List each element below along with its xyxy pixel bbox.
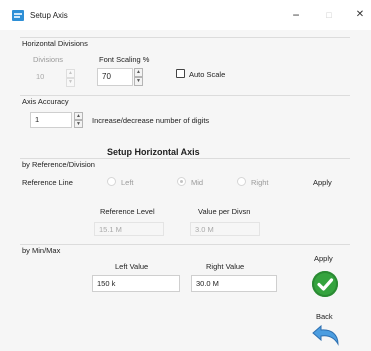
- reference-line-label: Reference Line: [22, 178, 73, 187]
- auto-scale-checkbox[interactable]: [176, 69, 185, 78]
- back-label: Back: [316, 312, 333, 321]
- font-scaling-input[interactable]: 70: [97, 68, 133, 86]
- setup-heading: Setup Horizontal Axis: [107, 147, 200, 157]
- horizontal-divisions-label: Horizontal Divisions: [22, 39, 88, 48]
- divider: [20, 244, 350, 245]
- title-bar: Setup Axis − □ ✕: [0, 0, 371, 30]
- divisions-label: Divisions: [33, 55, 64, 64]
- by-minmax-label: by Min/Max: [22, 246, 61, 255]
- axis-accuracy-spin-up[interactable]: ▲: [74, 112, 83, 120]
- app-icon: [12, 10, 24, 21]
- left-value-label: Left Value: [115, 262, 149, 271]
- reference-level-field: 15.1 M: [94, 222, 164, 236]
- by-reference-label: by Reference/Division: [22, 160, 95, 169]
- undo-arrow-icon: [312, 324, 339, 346]
- value-per-division-label: Value per Divsn: [198, 207, 251, 216]
- radio-left-label: Left: [121, 178, 134, 187]
- back-button[interactable]: [310, 322, 344, 348]
- minmax-apply-label: Apply: [314, 254, 333, 263]
- radio-left[interactable]: [107, 177, 116, 186]
- right-value-label: Right Value: [206, 262, 245, 271]
- divider: [20, 158, 350, 159]
- left-value-input[interactable]: 150 k: [92, 275, 180, 292]
- axis-accuracy-input[interactable]: 1: [30, 112, 72, 128]
- value-per-division-field: 3.0 M: [190, 222, 260, 236]
- font-scaling-spin-down[interactable]: ▼: [134, 77, 143, 86]
- close-button[interactable]: ✕: [347, 5, 371, 25]
- divider: [20, 95, 350, 96]
- reference-apply-button[interactable]: Apply: [313, 178, 332, 187]
- radio-mid-label: Mid: [191, 178, 204, 187]
- font-scaling-spin-up[interactable]: ▲: [134, 68, 143, 77]
- divisions-spin-down: ▼: [66, 78, 75, 87]
- axis-accuracy-spin-down[interactable]: ▼: [74, 120, 83, 128]
- radio-right-label: Right: [251, 178, 269, 187]
- auto-scale-label: Auto Scale: [189, 70, 226, 79]
- right-value-input[interactable]: 30.0 M: [191, 275, 277, 292]
- radio-right[interactable]: [237, 177, 246, 186]
- font-scaling-label: Font Scaling %: [99, 55, 150, 64]
- maximize-button[interactable]: □: [316, 5, 342, 25]
- divisions-spin-up: ▲: [66, 69, 75, 78]
- minmax-apply-button[interactable]: [312, 271, 338, 297]
- check-circle-icon: [317, 278, 334, 291]
- radio-mid[interactable]: [177, 177, 186, 186]
- axis-accuracy-label: Axis Accuracy: [22, 97, 69, 106]
- window-title: Setup Axis: [30, 11, 68, 20]
- axis-accuracy-hint: Increase/decrease number of digits: [92, 116, 210, 125]
- divisions-field: 10: [36, 72, 45, 81]
- divider: [20, 37, 350, 38]
- reference-level-label: Reference Level: [100, 207, 155, 216]
- minimize-button[interactable]: −: [283, 5, 309, 25]
